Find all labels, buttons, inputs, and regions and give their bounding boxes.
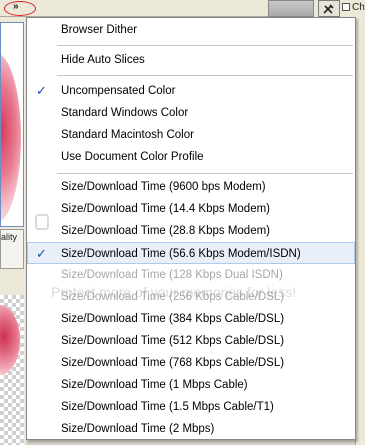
menu-item-uncompensated-color[interactable]: ✓ Uncompensated Color — [27, 80, 355, 102]
watermark-bucket-icon — [35, 214, 49, 230]
menu-item-download-9600[interactable]: Size/Download Time (9600 bps Modem) — [27, 176, 355, 198]
menu-item-download-384[interactable]: Size/Download Time (384 Kbps Cable/DSL) — [27, 308, 355, 330]
menu-item-download-128: Size/Download Time (128 Kbps Dual ISDN) — [61, 269, 283, 281]
menu-item-download-1mbps[interactable]: Size/Download Time (1 Mbps Cable) — [27, 374, 355, 396]
quality-field: ality — [0, 229, 24, 269]
menu-item-standard-windows-color[interactable]: Standard Windows Color — [27, 102, 355, 124]
menu-separator — [57, 45, 353, 46]
menu-separator — [57, 173, 353, 174]
quality-label: ality — [1, 232, 18, 242]
menu-item-download-2mbps[interactable]: Size/Download Time (2 Mbps) — [27, 418, 355, 439]
menu-item-browser-dither[interactable]: Browser Dither — [27, 19, 355, 41]
image-preview-bottom[interactable] — [0, 295, 24, 445]
image-preview-top[interactable] — [0, 22, 24, 227]
checkbox[interactable] — [342, 3, 350, 11]
preview-options-menu: Browser Dither Hide Auto Slices ✓ Uncomp… — [26, 17, 356, 440]
menu-item-download-28-8[interactable]: Size/Download Time (28.8 Kbps Modem) — [27, 220, 355, 242]
right-edge-panel — [355, 17, 365, 445]
rose-image — [1, 53, 21, 223]
truncated-label: Ch — [352, 2, 365, 13]
checkmark-icon: ✓ — [36, 246, 47, 261]
menu-item-download-512[interactable]: Size/Download Time (512 Kbps Cable/DSL) — [27, 330, 355, 352]
rose-image — [0, 305, 20, 375]
menu-item-download-56-6[interactable]: ✓ Size/Download Time (56.6 Kbps Modem/IS… — [27, 242, 355, 264]
annotation-circle — [4, 1, 36, 16]
checkmark-icon: ✓ — [36, 83, 47, 98]
menu-item-use-document-color-profile[interactable]: Use Document Color Profile — [27, 146, 355, 168]
menu-item-download-256: Size/Download Time (256 Kbps Cable/DSL) — [61, 291, 285, 303]
menu-item-hide-auto-slices[interactable]: Hide Auto Slices — [27, 49, 355, 71]
menu-item-download-1-5mbps[interactable]: Size/Download Time (1.5 Mbps Cable/T1) — [27, 396, 355, 418]
wrench-icon — [323, 4, 334, 14]
tools-button[interactable] — [318, 0, 340, 17]
menu-item-standard-macintosh-color[interactable]: Standard Macintosh Color — [27, 124, 355, 146]
menu-item-download-768[interactable]: Size/Download Time (768 Kbps Cable/DSL) — [27, 352, 355, 374]
toolbar-gradient-button[interactable] — [268, 0, 314, 17]
menu-separator — [57, 75, 353, 76]
menu-item-download-14-4[interactable]: Size/Download Time (14.4 Kbps Modem) — [27, 198, 355, 220]
